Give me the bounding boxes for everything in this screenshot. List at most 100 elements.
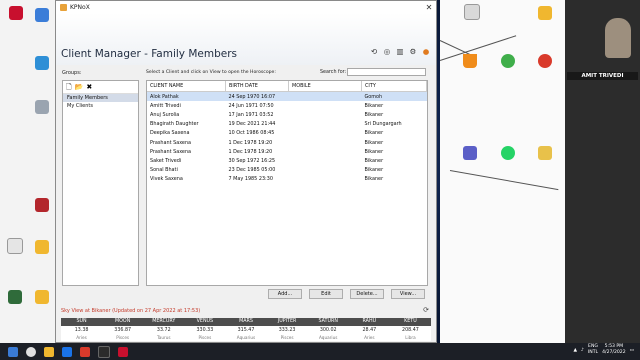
delete-button[interactable]: Delete... bbox=[350, 289, 384, 299]
table-row[interactable]: Vivek Saxena 7 May 1985 23:30 Bikaner bbox=[147, 175, 427, 184]
planet-sign: Aries bbox=[364, 335, 375, 340]
table-cell: Bikaner bbox=[364, 111, 384, 118]
open-folder-icon[interactable]: 📂 bbox=[75, 83, 84, 91]
table-row[interactable]: Bhagirath Daughter 19 Dec 2021 21:44 Sri D… bbox=[147, 120, 427, 129]
video-call-panel: AMIT TRIVEDI bbox=[565, 0, 640, 343]
clock[interactable]: 5:53 PM 4/27/2022 bbox=[602, 344, 626, 356]
table-cell bbox=[289, 138, 362, 147]
search-icon[interactable] bbox=[26, 346, 36, 357]
desktop-icon-png[interactable] bbox=[460, 4, 484, 21]
table-row[interactable]: Prashant Saxena 1 Dec 1978 19:20 Bikaner bbox=[147, 147, 427, 156]
column-header[interactable]: CITY bbox=[361, 81, 427, 92]
lang-line2: INTL bbox=[587, 350, 599, 355]
history-icon[interactable]: ⟲ bbox=[370, 48, 378, 56]
volume-icon[interactable]: ♪ bbox=[581, 348, 584, 353]
table-cell: 1 Dec 1978 19:20 bbox=[228, 139, 273, 146]
desktop-icon-whatsapp[interactable] bbox=[496, 146, 520, 161]
group-item[interactable]: Family Members bbox=[63, 94, 138, 102]
column-header[interactable]: BIRTH DATE bbox=[225, 81, 289, 92]
table-cell bbox=[289, 129, 362, 138]
planet-sign: Aquarius bbox=[319, 335, 338, 340]
target-icon[interactable]: ◎ bbox=[383, 48, 391, 56]
table-cell: 17 Jan 1971 03:52 bbox=[228, 111, 274, 118]
column-header[interactable]: CLIENT NAME bbox=[147, 81, 226, 92]
planet-name: MERCURY bbox=[152, 319, 176, 324]
delete-group-icon[interactable]: ✖ bbox=[86, 83, 92, 91]
new-group-icon[interactable]: 🗋 bbox=[66, 83, 72, 91]
desktop-icon-teams[interactable] bbox=[458, 146, 482, 161]
sky-view-table: SUN MOON MERCURY VENUS MARS JUPITER SATURN RAHU… bbox=[61, 318, 431, 341]
clock-date: 4/27/2022 bbox=[602, 350, 626, 355]
list-instruction: Select a Client and click on View to ope… bbox=[146, 70, 276, 75]
edge-icon[interactable] bbox=[62, 346, 72, 357]
group-list: Family Members My Clients bbox=[63, 94, 138, 110]
table-cell: 10 Oct 1986 08:45 bbox=[228, 130, 275, 137]
notification-icon[interactable]: ▭ bbox=[630, 348, 634, 353]
refresh-icon[interactable]: ⟳ bbox=[423, 306, 429, 314]
desktop-icon-doc[interactable] bbox=[30, 100, 54, 115]
sky-signs-row: Aries Pisces Taurus Pisces Aquarius Pisces Aqu… bbox=[61, 335, 431, 341]
powerpoint-icon[interactable] bbox=[80, 346, 90, 357]
table-row[interactable]: Anuj Surolia 17 Jan 1971 03:52 Bikaner bbox=[147, 110, 427, 119]
chart-icon[interactable]: ▥ bbox=[396, 48, 404, 56]
desktop-icon-4k-video[interactable] bbox=[496, 54, 520, 69]
planet-sign: Libra bbox=[405, 335, 416, 340]
desktop-icon-folder-2[interactable] bbox=[30, 240, 54, 255]
close-icon[interactable]: ✕ bbox=[422, 3, 436, 12]
desktop-icon-mcafee[interactable] bbox=[4, 6, 28, 21]
file-explorer-icon[interactable] bbox=[44, 346, 54, 357]
table-row[interactable]: Prashant Saxena 1 Dec 1978 19:20 Bikaner bbox=[147, 138, 427, 147]
start-icon[interactable] bbox=[8, 346, 18, 357]
planet-name: JUPITER bbox=[277, 319, 297, 324]
settings-icon[interactable]: ⚙ bbox=[409, 48, 417, 56]
table-cell: Bikaner bbox=[364, 130, 384, 137]
table-row[interactable]: Saket Trivedi 30 Sep 1972 16:25 Bikaner bbox=[147, 156, 427, 165]
desktop-icon-kpnox[interactable] bbox=[30, 198, 54, 213]
view-button[interactable]: View... bbox=[391, 289, 425, 299]
desktop-icon-folder-3[interactable] bbox=[30, 290, 54, 305]
info-dot-icon[interactable]: ● bbox=[422, 48, 430, 56]
desktop-left-strip bbox=[0, 0, 56, 343]
table-row[interactable]: Sonal Bhati 23 Dec 1985 05:00 Bikaner bbox=[147, 166, 427, 175]
desktop-icon-vlc[interactable] bbox=[458, 54, 482, 69]
desktop-right-panel bbox=[439, 0, 565, 343]
desktop-icon-youtube[interactable] bbox=[533, 54, 557, 69]
table-row[interactable]: Amitt Trivedi 24 Jun 1971 07:50 Bikaner bbox=[147, 101, 427, 110]
desktop-icon-image[interactable] bbox=[3, 290, 27, 305]
table-cell: 19 Dec 2021 21:44 bbox=[228, 121, 276, 128]
edit-button[interactable]: Edit bbox=[309, 289, 343, 299]
table-cell: Gomoh bbox=[361, 91, 427, 102]
desktop-icon-file[interactable] bbox=[3, 238, 27, 255]
page-title: Client Manager - Family Members bbox=[61, 48, 238, 60]
column-header[interactable]: MOBILE bbox=[288, 81, 362, 92]
table-cell: Bhagirath Daughter bbox=[150, 121, 199, 128]
planet-name: RAHU bbox=[362, 319, 377, 324]
table-cell: 23 Dec 1985 05:00 bbox=[228, 167, 276, 174]
table-cell bbox=[289, 101, 362, 110]
desktop-icon-folder[interactable] bbox=[30, 8, 54, 23]
table-cell bbox=[289, 175, 362, 184]
desktop-icon-control[interactable] bbox=[30, 56, 54, 71]
desktop-icon-text-shortcut[interactable] bbox=[533, 146, 557, 161]
table-cell: Bikaner bbox=[364, 148, 384, 155]
planet-longitude: 33.72 bbox=[156, 328, 171, 333]
table-row[interactable]: Deepika Saxena 10 Oct 1986 08:45 Bikaner bbox=[147, 129, 427, 138]
language-indicator[interactable]: ENG INTL bbox=[588, 344, 598, 356]
terminal-icon[interactable] bbox=[98, 345, 110, 358]
search-input[interactable] bbox=[347, 68, 426, 76]
table-row[interactable]: Alok Pathak 24 Sep 1970 16:07 Gomoh bbox=[147, 91, 427, 102]
kpnox-taskbar-icon[interactable] bbox=[118, 346, 128, 357]
table-cell bbox=[289, 156, 362, 165]
table-cell: Saket Trivedi bbox=[150, 157, 182, 164]
table-cell bbox=[288, 91, 362, 102]
add-button[interactable]: Add... bbox=[268, 289, 302, 299]
client-list[interactable]: CLIENT NAME BIRTH DATE MOBILE CITY Alok Pat… bbox=[146, 80, 428, 286]
group-item[interactable]: My Clients bbox=[63, 102, 138, 110]
search-label: Search for: bbox=[320, 70, 347, 75]
planet-longitude: 333.23 bbox=[278, 328, 296, 333]
wifi-icon[interactable]: ▲ bbox=[573, 348, 577, 353]
desktop-icon-pdf[interactable] bbox=[533, 6, 557, 21]
groups-label: Groups: bbox=[62, 70, 82, 76]
planet-sign: Pisces bbox=[116, 335, 130, 340]
planet-sign: Pisces bbox=[280, 335, 294, 340]
